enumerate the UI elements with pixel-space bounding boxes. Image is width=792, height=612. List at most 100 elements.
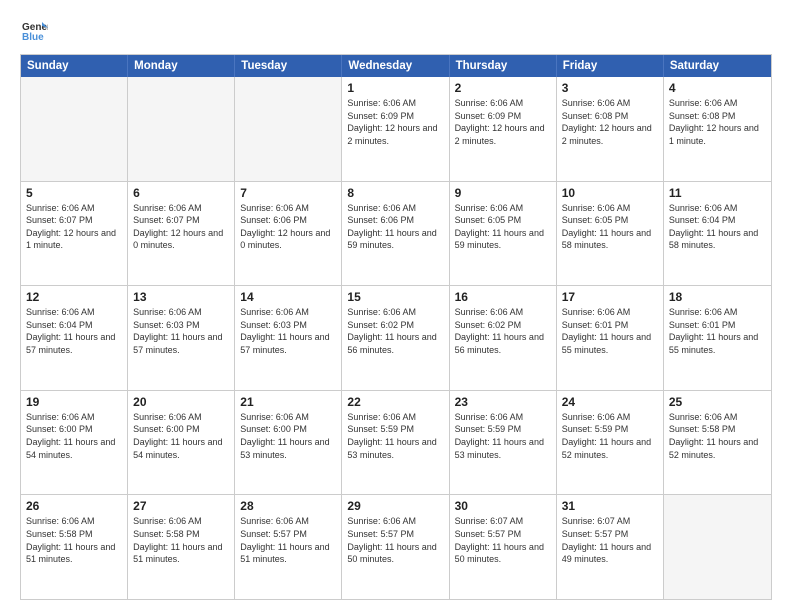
cell-info: Sunrise: 6:06 AM Sunset: 6:09 PM Dayligh… <box>455 97 551 147</box>
weekday-header: Wednesday <box>342 55 449 77</box>
calendar-cell <box>235 77 342 181</box>
cell-info: Sunrise: 6:06 AM Sunset: 6:03 PM Dayligh… <box>240 306 336 356</box>
day-number: 29 <box>347 499 443 513</box>
day-number: 24 <box>562 395 658 409</box>
calendar-header: SundayMondayTuesdayWednesdayThursdayFrid… <box>21 55 771 77</box>
day-number: 25 <box>669 395 766 409</box>
day-number: 31 <box>562 499 658 513</box>
cell-info: Sunrise: 6:07 AM Sunset: 5:57 PM Dayligh… <box>455 515 551 565</box>
day-number: 6 <box>133 186 229 200</box>
calendar-cell: 20 Sunrise: 6:06 AM Sunset: 6:00 PM Dayli… <box>128 391 235 495</box>
day-number: 3 <box>562 81 658 95</box>
day-number: 5 <box>26 186 122 200</box>
calendar-cell: 27Sunrise: 6:06 AM Sunset: 5:58 PM Dayli… <box>128 495 235 599</box>
calendar-cell: 14 Sunrise: 6:06 AM Sunset: 6:03 PM Dayli… <box>235 286 342 390</box>
calendar-cell: 31Sunrise: 6:07 AM Sunset: 5:57 PM Dayli… <box>557 495 664 599</box>
day-number: 22 <box>347 395 443 409</box>
day-number: 23 <box>455 395 551 409</box>
day-number: 4 <box>669 81 766 95</box>
calendar-cell: 29 Sunrise: 6:06 AM Sunset: 5:57 PM Dayli… <box>342 495 449 599</box>
cell-info: Sunrise: 6:06 AM Sunset: 6:00 PM Dayligh… <box>26 411 122 461</box>
cell-info: Sunrise: 6:06 AM Sunset: 6:05 PM Dayligh… <box>455 202 551 252</box>
day-number: 18 <box>669 290 766 304</box>
cell-info: Sunrise: 6:06 AM Sunset: 6:08 PM Dayligh… <box>562 97 658 147</box>
day-number: 12 <box>26 290 122 304</box>
calendar-cell <box>128 77 235 181</box>
calendar-cell: 18 Sunrise: 6:06 AM Sunset: 6:01 PM Dayli… <box>664 286 771 390</box>
calendar-cell: 19Sunrise: 6:06 AM Sunset: 6:00 PM Dayli… <box>21 391 128 495</box>
calendar-cell: 4 Sunrise: 6:06 AM Sunset: 6:08 PM Daylig… <box>664 77 771 181</box>
cell-info: Sunrise: 6:06 AM Sunset: 6:08 PM Dayligh… <box>669 97 766 147</box>
day-number: 30 <box>455 499 551 513</box>
weekday-header: Tuesday <box>235 55 342 77</box>
page-header: General Blue <box>20 16 772 44</box>
cell-info: Sunrise: 6:06 AM Sunset: 5:58 PM Dayligh… <box>669 411 766 461</box>
day-number: 15 <box>347 290 443 304</box>
calendar-cell: 16 Sunrise: 6:06 AM Sunset: 6:02 PM Dayli… <box>450 286 557 390</box>
cell-info: Sunrise: 6:06 AM Sunset: 5:58 PM Dayligh… <box>133 515 229 565</box>
cell-info: Sunrise: 6:06 AM Sunset: 6:09 PM Dayligh… <box>347 97 443 147</box>
calendar-cell: 11Sunrise: 6:06 AM Sunset: 6:04 PM Dayli… <box>664 182 771 286</box>
calendar-cell: 13 Sunrise: 6:06 AM Sunset: 6:03 PM Dayli… <box>128 286 235 390</box>
cell-info: Sunrise: 6:06 AM Sunset: 5:57 PM Dayligh… <box>347 515 443 565</box>
day-number: 26 <box>26 499 122 513</box>
cell-info: Sunrise: 6:06 AM Sunset: 5:59 PM Dayligh… <box>347 411 443 461</box>
cell-info: Sunrise: 6:06 AM Sunset: 5:59 PM Dayligh… <box>455 411 551 461</box>
cell-info: Sunrise: 6:06 AM Sunset: 6:02 PM Dayligh… <box>347 306 443 356</box>
cell-info: Sunrise: 6:06 AM Sunset: 6:04 PM Dayligh… <box>26 306 122 356</box>
day-number: 7 <box>240 186 336 200</box>
cell-info: Sunrise: 6:06 AM Sunset: 6:01 PM Dayligh… <box>669 306 766 356</box>
calendar: SundayMondayTuesdayWednesdayThursdayFrid… <box>20 54 772 600</box>
weekday-header: Friday <box>557 55 664 77</box>
calendar-cell: 21Sunrise: 6:06 AM Sunset: 6:00 PM Dayli… <box>235 391 342 495</box>
calendar-cell <box>664 495 771 599</box>
cell-info: Sunrise: 6:06 AM Sunset: 6:02 PM Dayligh… <box>455 306 551 356</box>
cell-info: Sunrise: 6:06 AM Sunset: 6:06 PM Dayligh… <box>240 202 336 252</box>
cell-info: Sunrise: 6:06 AM Sunset: 5:58 PM Dayligh… <box>26 515 122 565</box>
weekday-header: Saturday <box>664 55 771 77</box>
day-number: 17 <box>562 290 658 304</box>
calendar-cell: 7 Sunrise: 6:06 AM Sunset: 6:06 PM Daylig… <box>235 182 342 286</box>
calendar-row: 1 Sunrise: 6:06 AM Sunset: 6:09 PM Daylig… <box>21 77 771 181</box>
cell-info: Sunrise: 6:06 AM Sunset: 5:57 PM Dayligh… <box>240 515 336 565</box>
calendar-cell: 9 Sunrise: 6:06 AM Sunset: 6:05 PM Daylig… <box>450 182 557 286</box>
calendar-cell: 26 Sunrise: 6:06 AM Sunset: 5:58 PM Dayli… <box>21 495 128 599</box>
calendar-row: 12 Sunrise: 6:06 AM Sunset: 6:04 PM Dayli… <box>21 285 771 390</box>
day-number: 10 <box>562 186 658 200</box>
calendar-cell: 17 Sunrise: 6:06 AM Sunset: 6:01 PM Dayli… <box>557 286 664 390</box>
calendar-cell: 28Sunrise: 6:06 AM Sunset: 5:57 PM Dayli… <box>235 495 342 599</box>
cell-info: Sunrise: 6:06 AM Sunset: 6:07 PM Dayligh… <box>26 202 122 252</box>
weekday-header: Sunday <box>21 55 128 77</box>
calendar-cell: 5 Sunrise: 6:06 AM Sunset: 6:07 PM Daylig… <box>21 182 128 286</box>
calendar-cell: 24 Sunrise: 6:06 AM Sunset: 5:59 PM Dayli… <box>557 391 664 495</box>
cell-info: Sunrise: 6:06 AM Sunset: 6:00 PM Dayligh… <box>133 411 229 461</box>
calendar-cell: 12 Sunrise: 6:06 AM Sunset: 6:04 PM Dayli… <box>21 286 128 390</box>
weekday-header: Monday <box>128 55 235 77</box>
day-number: 20 <box>133 395 229 409</box>
day-number: 14 <box>240 290 336 304</box>
cell-info: Sunrise: 6:06 AM Sunset: 6:07 PM Dayligh… <box>133 202 229 252</box>
cell-info: Sunrise: 6:06 AM Sunset: 6:03 PM Dayligh… <box>133 306 229 356</box>
calendar-cell: 3 Sunrise: 6:06 AM Sunset: 6:08 PM Daylig… <box>557 77 664 181</box>
day-number: 13 <box>133 290 229 304</box>
cell-info: Sunrise: 6:06 AM Sunset: 6:01 PM Dayligh… <box>562 306 658 356</box>
svg-text:Blue: Blue <box>22 32 44 43</box>
calendar-row: 5 Sunrise: 6:06 AM Sunset: 6:07 PM Daylig… <box>21 181 771 286</box>
calendar-cell: 2 Sunrise: 6:06 AM Sunset: 6:09 PM Daylig… <box>450 77 557 181</box>
day-number: 2 <box>455 81 551 95</box>
day-number: 9 <box>455 186 551 200</box>
cell-info: Sunrise: 6:06 AM Sunset: 6:05 PM Dayligh… <box>562 202 658 252</box>
calendar-cell: 22 Sunrise: 6:06 AM Sunset: 5:59 PM Dayli… <box>342 391 449 495</box>
cell-info: Sunrise: 6:06 AM Sunset: 6:06 PM Dayligh… <box>347 202 443 252</box>
calendar-row: 19Sunrise: 6:06 AM Sunset: 6:00 PM Dayli… <box>21 390 771 495</box>
cell-info: Sunrise: 6:06 AM Sunset: 5:59 PM Dayligh… <box>562 411 658 461</box>
day-number: 1 <box>347 81 443 95</box>
cell-info: Sunrise: 6:06 AM Sunset: 6:00 PM Dayligh… <box>240 411 336 461</box>
day-number: 8 <box>347 186 443 200</box>
calendar-body: 1 Sunrise: 6:06 AM Sunset: 6:09 PM Daylig… <box>21 77 771 599</box>
weekday-header: Thursday <box>450 55 557 77</box>
logo-icon: General Blue <box>20 16 48 44</box>
calendar-cell: 1 Sunrise: 6:06 AM Sunset: 6:09 PM Daylig… <box>342 77 449 181</box>
day-number: 16 <box>455 290 551 304</box>
calendar-cell: 15 Sunrise: 6:06 AM Sunset: 6:02 PM Dayli… <box>342 286 449 390</box>
